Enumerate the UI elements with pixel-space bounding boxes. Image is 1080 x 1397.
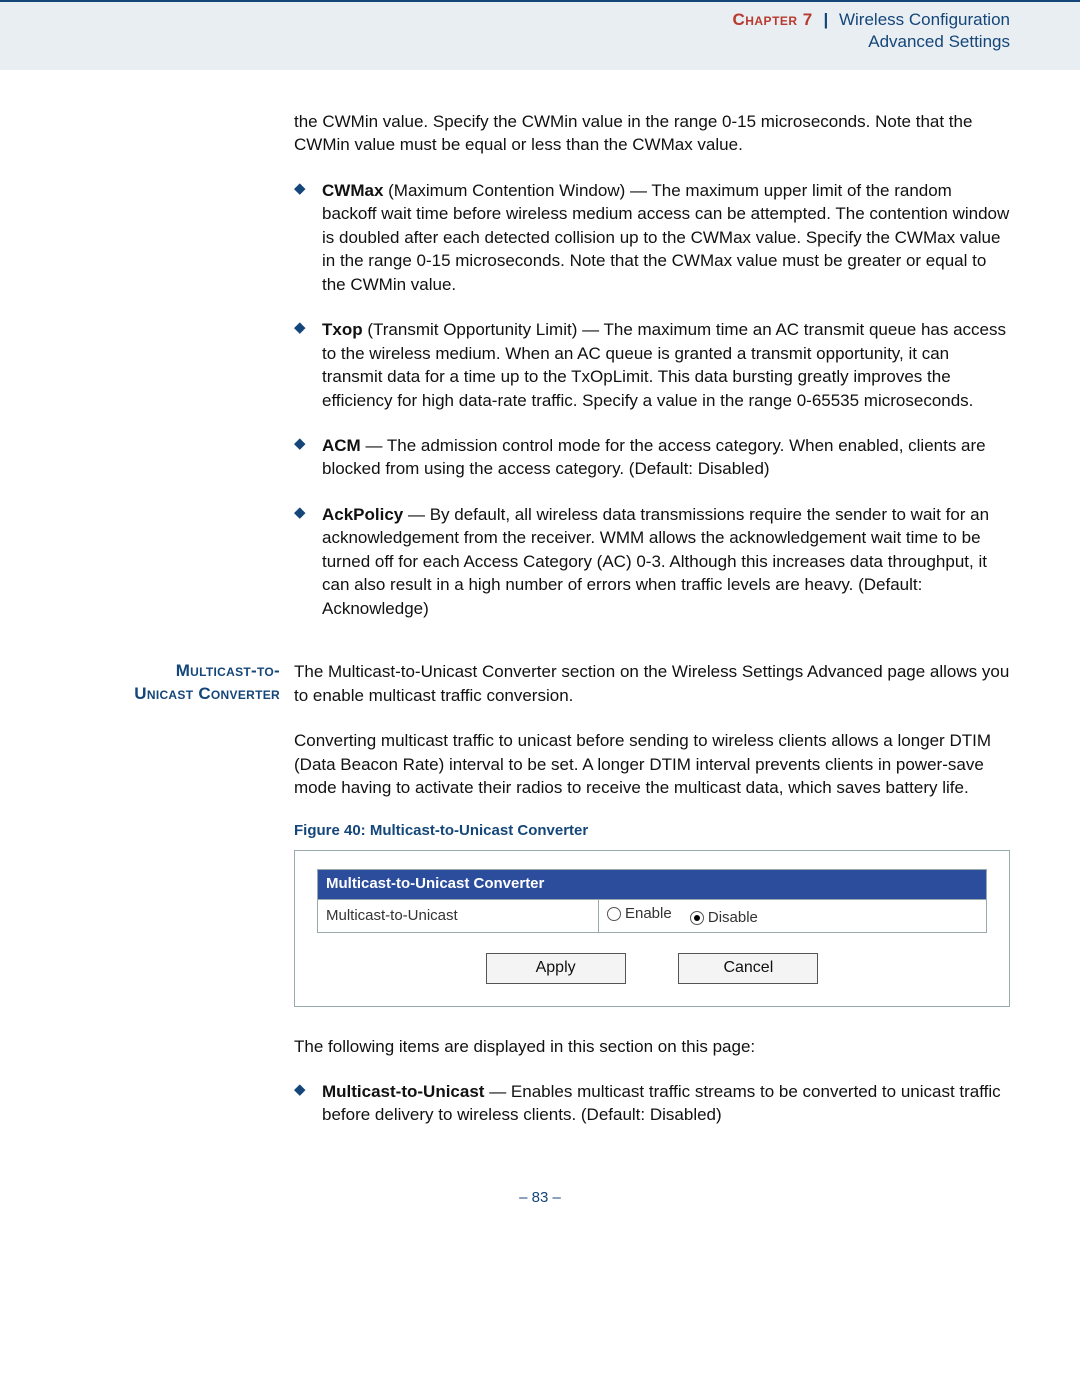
term-txop: Txop [322, 320, 363, 339]
side-heading-line2: Unicast Converter [134, 684, 280, 703]
chapter-label: Chapter 7 [732, 10, 812, 29]
converter-table: Multicast-to-Unicast Converter Multicast… [317, 869, 987, 933]
term-multicast: Multicast-to-Unicast [322, 1082, 484, 1101]
cwmin-continuation: the CWMin value. Specify the CWMin value… [294, 110, 1010, 157]
list-item: ACM — The admission control mode for the… [294, 434, 1010, 481]
radio-enable-label: Enable [625, 904, 672, 925]
apply-button[interactable]: Apply [486, 953, 626, 983]
panel-row-label: Multicast-to-Unicast [318, 899, 599, 933]
mc-para-2: Converting multicast traffic to unicast … [294, 729, 1010, 799]
figure-caption: Figure 40: Multicast-to-Unicast Converte… [294, 821, 1010, 842]
chapter-title: Wireless Configuration [839, 10, 1010, 29]
desc-ackpolicy: — By default, all wireless data transmis… [322, 505, 989, 618]
cancel-button[interactable]: Cancel [678, 953, 818, 983]
list-item: Txop (Transmit Opportunity Limit) — The … [294, 318, 1010, 412]
radio-disable-label: Disable [708, 908, 758, 929]
list-item: CWMax (Maximum Contention Window) — The … [294, 179, 1010, 296]
term-acm: ACM [322, 436, 361, 455]
header-subtitle: Advanced Settings [0, 32, 1010, 52]
radio-enable[interactable]: Enable [607, 904, 672, 925]
header-separator: | [823, 10, 828, 29]
page-header: Chapter 7 | Wireless Configuration Advan… [0, 0, 1080, 70]
radio-disable[interactable]: Disable [690, 908, 758, 929]
panel-row-options: Enable Disable [598, 899, 986, 933]
side-heading-multicast: Multicast-to- Unicast Converter [70, 660, 294, 706]
list-item: Multicast-to-Unicast — Enables multicast… [294, 1080, 1010, 1127]
term-ackpolicy: AckPolicy [322, 505, 403, 524]
desc-cwmax: (Maximum Contention Window) — The maximu… [322, 181, 1009, 294]
mc-para-1: The Multicast-to-Unicast Converter secti… [294, 660, 1010, 707]
param-list: CWMax (Maximum Contention Window) — The … [294, 179, 1010, 620]
side-heading-line1: Multicast-to- [176, 661, 280, 680]
desc-txop: (Transmit Opportunity Limit) — The maxim… [322, 320, 1006, 409]
list-item: AckPolicy — By default, all wireless dat… [294, 503, 1010, 620]
term-cwmax: CWMax [322, 181, 383, 200]
desc-acm: — The admission control mode for the acc… [322, 436, 986, 478]
panel-title: Multicast-to-Unicast Converter [318, 870, 987, 900]
converter-panel: Multicast-to-Unicast Converter Multicast… [294, 850, 1010, 1006]
after-panel-para: The following items are displayed in thi… [294, 1035, 1010, 1058]
param-list-bottom: Multicast-to-Unicast — Enables multicast… [294, 1080, 1010, 1127]
radio-on-icon [690, 911, 704, 925]
radio-off-icon [607, 907, 621, 921]
page-number: – 83 – [70, 1189, 1010, 1206]
